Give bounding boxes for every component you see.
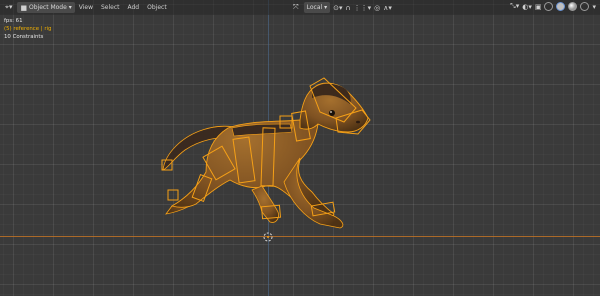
gizmo-toggle-icon[interactable]: ⤡▾	[510, 2, 519, 11]
proportional-falloff-icon[interactable]: ∧▾	[383, 4, 392, 12]
shading-controls: ⤡▾ ◐▾ ▣ ▾	[510, 2, 596, 11]
menu-view[interactable]: View	[75, 4, 97, 11]
shading-options-icon[interactable]: ▾	[592, 3, 596, 11]
rendered-shading-icon[interactable]	[580, 2, 590, 11]
mode-selector[interactable]: ■ Object Mode ▾	[17, 2, 75, 13]
active-object-label: (5) reference | rig	[4, 26, 52, 32]
material-shading-icon[interactable]	[568, 2, 578, 11]
horse-eye-highlight	[330, 111, 332, 113]
horse-nostril	[356, 120, 360, 124]
object-mode-icon: ■	[20, 3, 28, 12]
transform-orientation-dropdown[interactable]: Local ▾	[303, 2, 331, 13]
snap-target-icon[interactable]: ⋮⋮▾	[354, 4, 372, 12]
menu-add[interactable]: Add	[124, 4, 144, 11]
wireframe-shading-icon[interactable]	[544, 2, 554, 11]
origin-point-icon	[267, 236, 269, 238]
foot-control-shape[interactable]	[167, 189, 179, 201]
viewport-header: ⌖▾ ■ Object Mode ▾ View Select Add Objec…	[0, 0, 600, 15]
selection-count: 10 Constraints	[4, 34, 44, 40]
fps-readout: fps: 61	[4, 18, 23, 24]
menu-object[interactable]: Object	[143, 4, 171, 11]
horse-front-leg	[283, 157, 344, 229]
menu-select[interactable]: Select	[97, 4, 124, 11]
transform-controls: ⤧ Local ▾ ⊙▾ ∩ ⋮⋮▾ ◎ ∧▾	[293, 2, 392, 13]
magnet-icon[interactable]: ∩	[345, 4, 350, 12]
xray-toggle-icon[interactable]: ▣	[535, 3, 542, 11]
mode-label: Object Mode	[29, 4, 67, 11]
scene-model[interactable]	[0, 0, 600, 296]
viewport-info-overlay: fps: 61 (5) reference | rig 10 Constrain…	[4, 17, 51, 41]
pivot-icon[interactable]: ⊙▾	[333, 4, 342, 12]
overlay-toggle-icon[interactable]: ◐▾	[522, 3, 532, 11]
transform-orientation-icon[interactable]: ⤧	[293, 3, 299, 12]
transform-orientation-label: Local	[306, 4, 323, 11]
horse-hind-leg-front	[251, 185, 279, 223]
proportional-edit-icon[interactable]: ◎	[374, 4, 380, 12]
horse-eye	[329, 110, 335, 116]
editor-type-icon[interactable]: ⌖▾	[2, 2, 15, 13]
solid-shading-icon[interactable]	[556, 2, 566, 11]
